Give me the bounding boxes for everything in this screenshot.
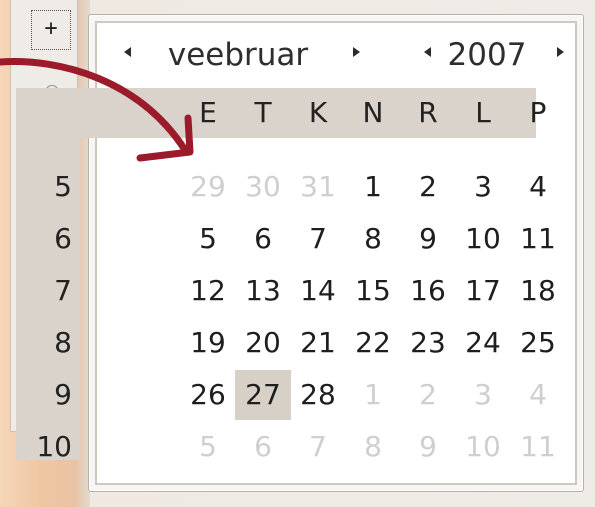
day-cell[interactable]: 4 <box>510 162 566 212</box>
day-cell[interactable]: 16 <box>400 266 456 316</box>
day-cell[interactable]: 15 <box>345 266 401 316</box>
day-cell[interactable]: 19 <box>180 318 236 368</box>
calendar-header: veebruar 2007 <box>97 23 575 91</box>
day-cell[interactable]: 29 <box>180 162 236 212</box>
weekday-label: P <box>529 96 547 129</box>
zoom-in-button[interactable]: + <box>31 10 71 50</box>
day-cell[interactable]: 24 <box>455 318 511 368</box>
day-cell[interactable]: 17 <box>455 266 511 316</box>
day-cell[interactable]: 21 <box>290 318 346 368</box>
day-cell[interactable]: 12 <box>180 266 236 316</box>
day-cell[interactable]: 7 <box>290 422 346 472</box>
prev-year-button[interactable] <box>419 45 437 63</box>
year-label: 2007 <box>447 37 527 73</box>
day-cell[interactable]: 20 <box>235 318 291 368</box>
week-number: 6 <box>54 222 72 255</box>
day-cell[interactable]: 5 <box>180 422 236 472</box>
day-cell[interactable]: 30 <box>235 162 291 212</box>
month-label: veebruar <box>167 37 309 73</box>
day-cell[interactable]: 3 <box>455 162 511 212</box>
left-arrow-icon <box>124 47 131 57</box>
day-cell[interactable]: 5 <box>180 214 236 264</box>
week-number: 8 <box>54 326 72 359</box>
day-cell[interactable]: 2 <box>400 370 456 420</box>
day-cell[interactable]: 8 <box>345 214 401 264</box>
day-cell[interactable]: 28 <box>290 370 346 420</box>
day-cell[interactable]: 8 <box>345 422 401 472</box>
day-cell[interactable]: 2 <box>400 162 456 212</box>
day-cell[interactable]: 31 <box>290 162 346 212</box>
day-cell[interactable]: 22 <box>345 318 401 368</box>
day-cell[interactable]: 11 <box>510 214 566 264</box>
day-cell[interactable]: 1 <box>345 370 401 420</box>
next-year-button[interactable] <box>551 45 569 63</box>
day-cell[interactable]: 7 <box>290 214 346 264</box>
day-cell[interactable]: 23 <box>400 318 456 368</box>
weekday-label: L <box>475 96 491 129</box>
week-number: 10 <box>36 430 72 463</box>
right-arrow-icon <box>557 47 564 57</box>
day-cell[interactable]: 4 <box>510 370 566 420</box>
right-arrow-icon <box>353 47 360 57</box>
day-cell[interactable]: 1 <box>345 162 401 212</box>
selected-day-cell[interactable]: 27 <box>235 370 291 420</box>
day-cell[interactable]: 9 <box>400 214 456 264</box>
next-month-button[interactable] <box>347 45 365 63</box>
day-cell[interactable]: 9 <box>400 422 456 472</box>
day-cell[interactable]: 3 <box>455 370 511 420</box>
day-cell[interactable]: 13 <box>235 266 291 316</box>
day-cell[interactable]: 26 <box>180 370 236 420</box>
weekday-label: K <box>308 96 328 129</box>
day-cell[interactable]: 6 <box>235 422 291 472</box>
day-cell[interactable]: 11 <box>510 422 566 472</box>
day-cell[interactable]: 14 <box>290 266 346 316</box>
day-cell[interactable]: 25 <box>510 318 566 368</box>
day-cell[interactable]: 10 <box>455 422 511 472</box>
day-cell[interactable]: 6 <box>235 214 291 264</box>
weekday-label: T <box>254 96 272 129</box>
day-cell[interactable]: 10 <box>455 214 511 264</box>
left-arrow-icon <box>424 47 431 57</box>
weekday-label: N <box>362 96 384 129</box>
week-number: 9 <box>54 378 72 411</box>
weekday-label: E <box>199 96 217 129</box>
week-number: 7 <box>54 274 72 307</box>
weekday-label: R <box>418 96 438 129</box>
week-number: 5 <box>54 170 72 203</box>
prev-month-button[interactable] <box>119 45 137 63</box>
day-cell[interactable]: 18 <box>510 266 566 316</box>
